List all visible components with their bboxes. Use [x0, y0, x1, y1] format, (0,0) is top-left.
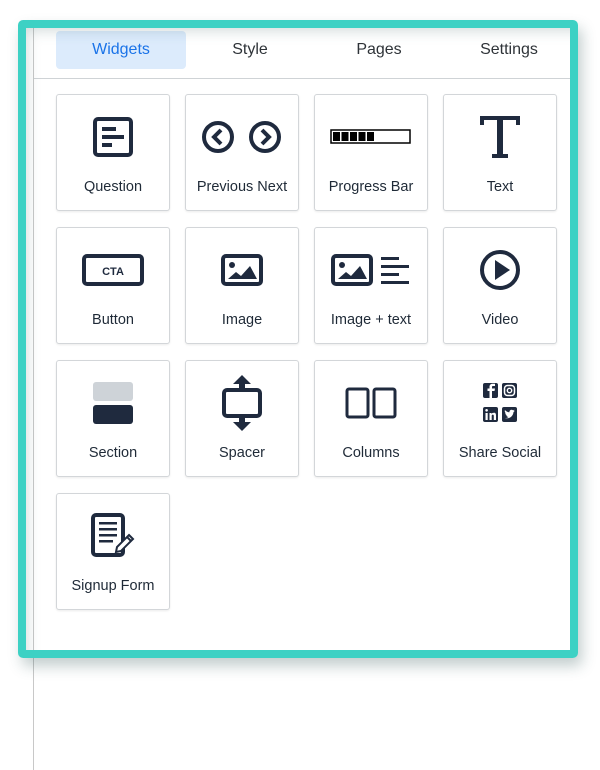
- highlight-frame: [18, 20, 578, 658]
